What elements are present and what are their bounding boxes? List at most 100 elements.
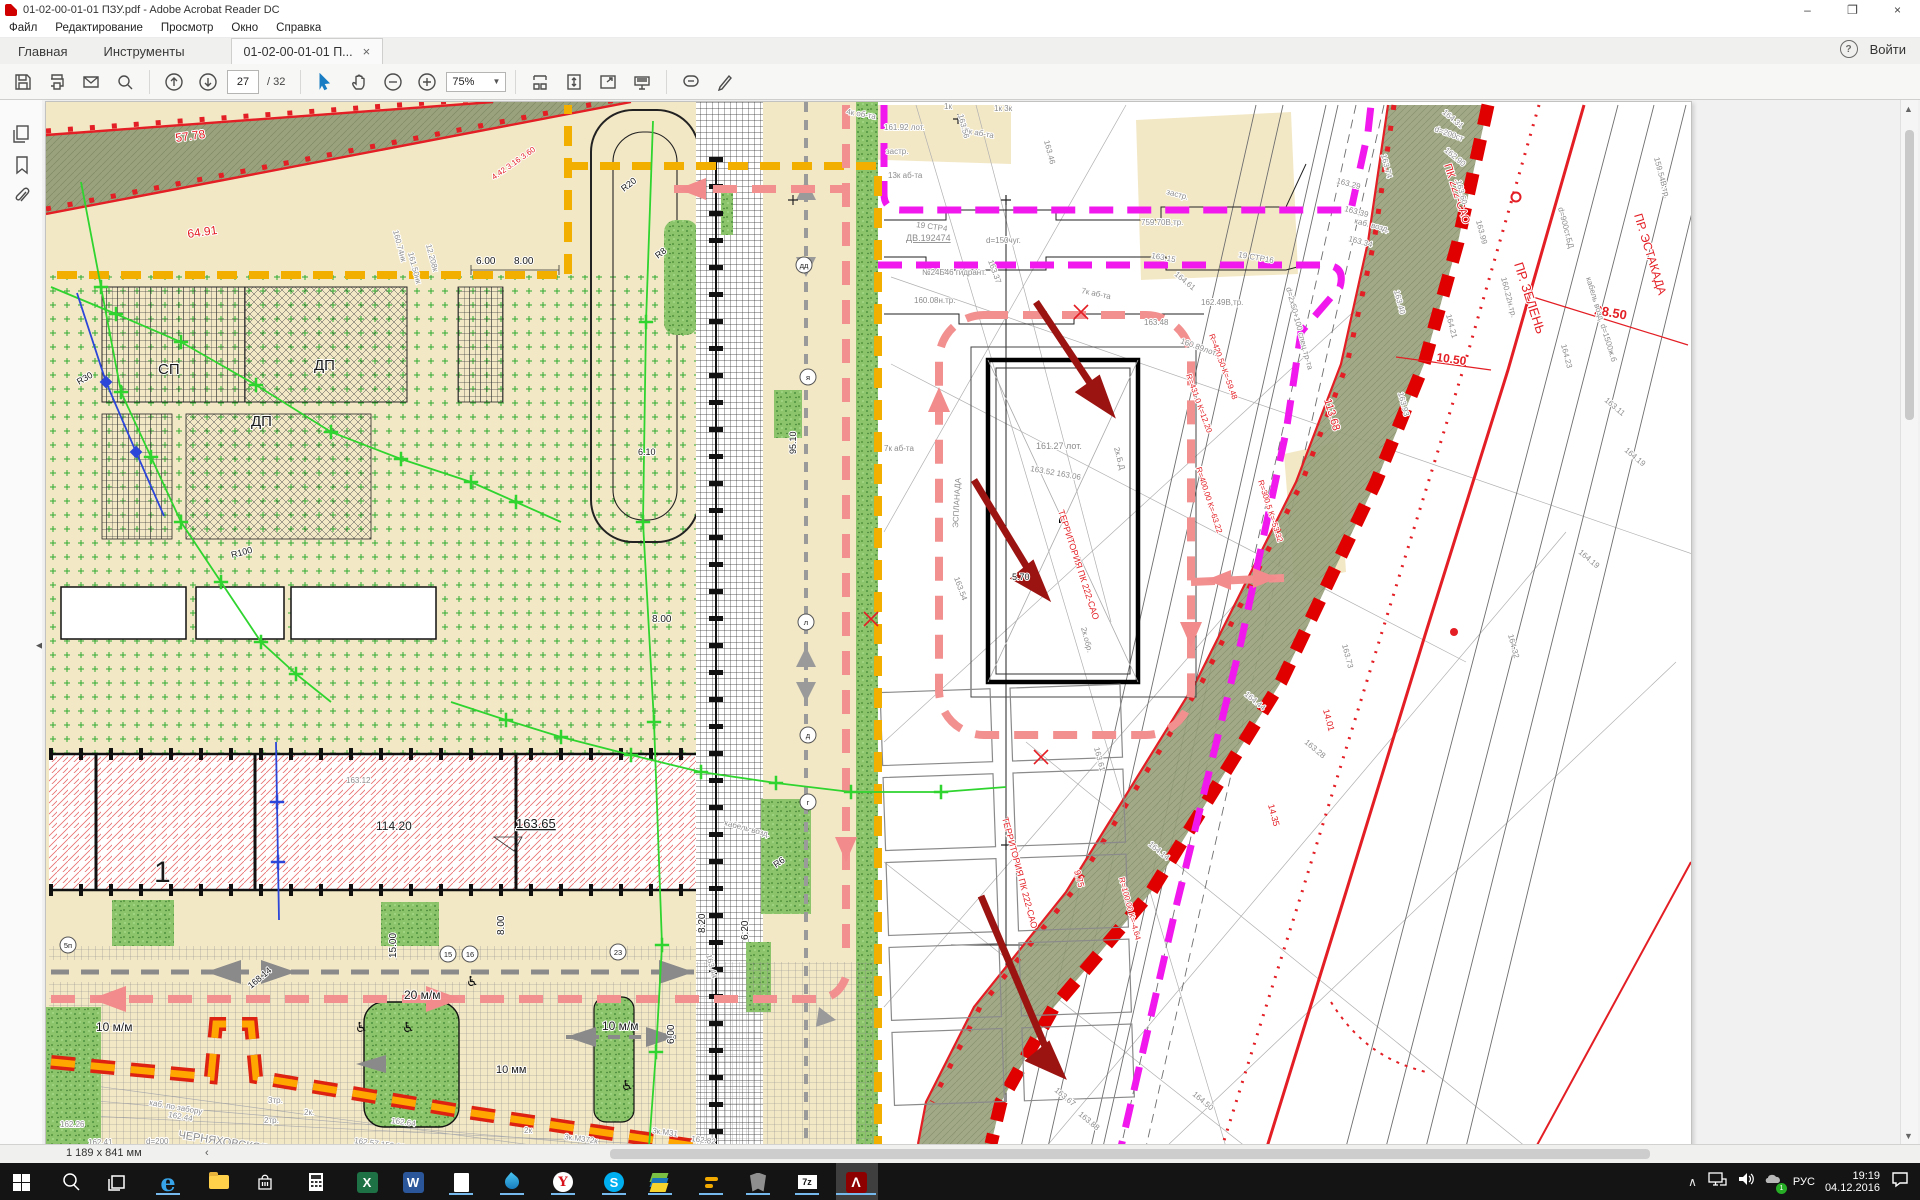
bookmarks-icon[interactable] [12, 155, 32, 180]
site-plan-drawing: 57.7864.914.42 3.16 3.60СПДПДП1114.20163… [46, 102, 1691, 1147]
circled-mark-label: д [806, 731, 811, 740]
taskbar-wot-icon[interactable] [745, 1169, 771, 1195]
search-icon[interactable] [110, 68, 140, 96]
navigation-sidebar [0, 100, 43, 1145]
taskbar-excel-icon[interactable]: X [354, 1169, 380, 1195]
tab-document[interactable]: 01-02-00-01-01 П... × [231, 38, 384, 65]
page-total-label: / 32 [267, 76, 285, 88]
print-button[interactable] [42, 68, 72, 96]
drawing-label: ДП [314, 357, 335, 374]
tray-date: 04.12.2016 [1825, 1182, 1880, 1194]
drawing-label: 8.00 [514, 256, 534, 267]
drawing-label: №24Б46 гидрант. [922, 268, 986, 277]
reading-mode-button[interactable] [627, 68, 657, 96]
taskbar-1c-icon[interactable] [698, 1169, 724, 1195]
drawing-label: 20 м/м [404, 988, 441, 1002]
menu-file[interactable]: Файл [0, 22, 46, 34]
scroll-up-icon[interactable]: ▲ [1904, 104, 1913, 114]
sign-in-button[interactable]: Войти [1870, 42, 1906, 57]
building-1-band [49, 754, 696, 890]
attachments-icon[interactable] [12, 186, 32, 211]
drawing-label: 6.20 [740, 920, 751, 940]
fullscreen-button[interactable] [593, 68, 623, 96]
drawing-label: 161.27 лот. [1036, 441, 1082, 451]
previous-page-button[interactable] [159, 68, 189, 96]
pdf-page-canvas[interactable]: 57.7864.914.42 3.16 3.60СПДПДП1114.20163… [45, 101, 1692, 1148]
menu-edit[interactable]: Редактирование [46, 22, 152, 34]
drawing-label: 95.10 [788, 431, 798, 454]
taskbar-calculator-icon[interactable] [303, 1169, 329, 1195]
menu-help[interactable]: Справка [267, 22, 330, 34]
drawing-label: d=150чуг. [986, 236, 1021, 245]
taskbar-store-icon[interactable] [252, 1169, 278, 1195]
highlight-button[interactable] [710, 68, 740, 96]
clock[interactable]: 19:19 04.12.2016 [1825, 1170, 1880, 1194]
app-badge-icon[interactable]: 1 [1765, 1172, 1783, 1191]
drawing-label: 1к 3к [994, 104, 1013, 113]
taskbar-search-icon[interactable] [58, 1169, 84, 1195]
language-indicator[interactable]: РУС [1793, 1176, 1815, 1188]
drawing-label: застр. [886, 147, 908, 156]
circled-mark-label: 23 [614, 948, 622, 957]
drawing-label: 162.49В,тр. [1201, 298, 1243, 307]
drawing-label: 10 м/м [602, 1019, 639, 1033]
next-page-button[interactable] [193, 68, 223, 96]
fit-width-button[interactable] [525, 68, 555, 96]
taskbar-yandex-icon[interactable]: Y [550, 1169, 576, 1195]
page-size-label: 1 189 x 841 мм [66, 1147, 142, 1159]
taskbar-document-icon[interactable] [448, 1169, 474, 1195]
scroll-down-icon[interactable]: ▼ [1904, 1131, 1913, 1141]
vertical-scrollbar[interactable]: ▲ ▼ [1900, 100, 1918, 1145]
zoom-out-button[interactable] [378, 68, 408, 96]
drawing-label: 2к [524, 1126, 532, 1135]
page-number-input[interactable] [227, 70, 259, 94]
taskbar-word-icon[interactable]: W [400, 1169, 426, 1195]
minimize-button[interactable]: – [1785, 0, 1830, 19]
menu-window[interactable]: Окно [222, 22, 267, 34]
tab-close-icon[interactable]: × [363, 44, 371, 59]
vertical-scroll-thumb[interactable] [1905, 130, 1914, 420]
status-bar: 1 189 x 841 мм ‹ [0, 1144, 1920, 1163]
taskbar-bluestacks-icon[interactable] [647, 1169, 673, 1195]
page-thumbnails-icon[interactable] [12, 124, 32, 149]
circled-mark-label: л [804, 618, 808, 627]
scroll-left-icon[interactable]: ‹ [205, 1147, 209, 1159]
restore-button[interactable]: ❐ [1830, 0, 1875, 19]
drawing-label: 163.12 [346, 776, 371, 785]
help-icon[interactable]: ? [1840, 40, 1858, 58]
windows-taskbar: e X W Y S 7z Λ ∧ 1 РУС 19:19 04.12.2016 [0, 1163, 1920, 1200]
tray-chevron-icon[interactable]: ∧ [1688, 1175, 1697, 1189]
close-button[interactable]: × [1875, 0, 1920, 19]
zoom-level-dropdown[interactable]: 75%▼ [446, 72, 506, 92]
taskbar-7zip-icon[interactable]: 7z [794, 1169, 820, 1195]
taskbar-skype-icon[interactable]: S [601, 1169, 627, 1195]
action-center-icon[interactable] [1890, 1170, 1910, 1193]
fit-page-button[interactable] [559, 68, 589, 96]
hand-tool-button[interactable] [344, 68, 374, 96]
taskbar-explorer-icon[interactable] [206, 1169, 232, 1195]
comment-button[interactable] [676, 68, 706, 96]
tab-home[interactable]: Главная [0, 38, 85, 64]
tab-tools[interactable]: Инструменты [85, 38, 202, 64]
email-button[interactable] [76, 68, 106, 96]
horizontal-scroll-thumb[interactable] [610, 1149, 1650, 1159]
taskbar-adobe-reader-icon[interactable]: Λ [843, 1169, 869, 1195]
volume-icon[interactable] [1737, 1171, 1755, 1192]
drawing-label: 2к. [304, 1108, 314, 1117]
drawing-label: 8.20 [697, 913, 708, 933]
drawing-label: 163.48 [1144, 318, 1169, 327]
taskbar-notes-bird-icon[interactable] [499, 1169, 525, 1195]
menu-view[interactable]: Просмотр [152, 22, 223, 34]
drawing-label: 161.92 лот. [884, 123, 925, 132]
task-view-icon[interactable] [104, 1169, 130, 1195]
zoom-in-button[interactable] [412, 68, 442, 96]
save-button[interactable] [8, 68, 38, 96]
start-button[interactable] [8, 1169, 34, 1195]
acrobat-window: 01-02-00-01-01 ПЗУ.pdf - Adobe Acrobat R… [0, 0, 1920, 1200]
taskbar-edge-icon[interactable]: e [155, 1169, 181, 1195]
network-icon[interactable] [1707, 1171, 1727, 1192]
tab-document-label: 01-02-00-01-01 П... [244, 45, 353, 59]
wheelchair-icon: ♿ [621, 1077, 634, 1093]
circled-mark-label: я [806, 373, 810, 382]
select-tool-button[interactable] [310, 68, 340, 96]
